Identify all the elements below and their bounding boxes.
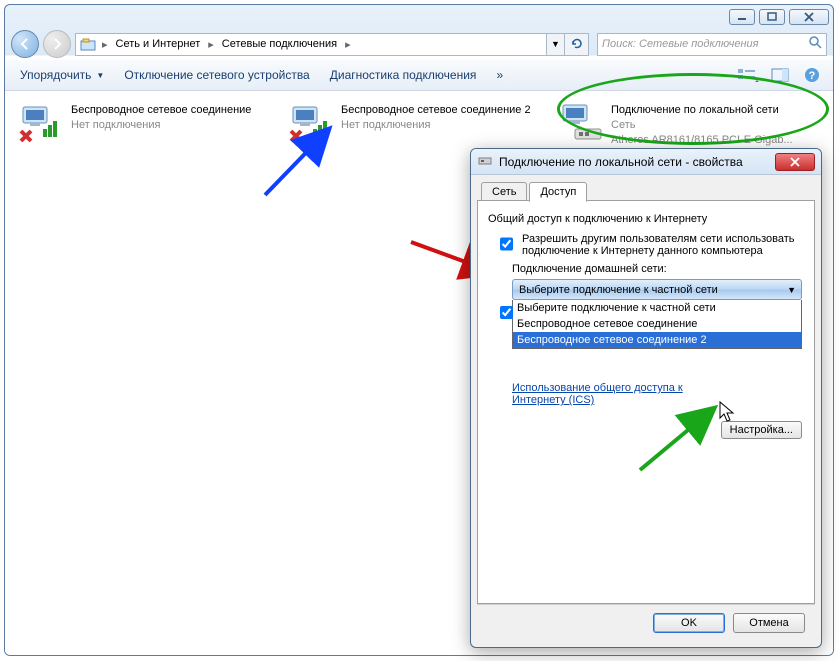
adapter-icon — [477, 152, 493, 171]
toolbar-overflow[interactable]: » — [489, 64, 510, 86]
connection-status: Нет подключения — [341, 118, 531, 133]
minimize-button[interactable] — [729, 9, 755, 25]
connection-status: Нет подключения — [71, 118, 251, 133]
tab-strip: Сеть Доступ — [477, 181, 815, 201]
annotation-arrow-green — [630, 400, 730, 480]
search-placeholder: Поиск: Сетевые подключения — [602, 38, 759, 50]
tab-network[interactable]: Сеть — [481, 182, 527, 202]
breadcrumb-seg-2[interactable]: Сетевые подключения — [220, 38, 339, 50]
dialog-close-button[interactable] — [775, 153, 815, 171]
dialog-title: Подключение по локальной сети - свойства — [499, 155, 769, 169]
search-box[interactable]: Поиск: Сетевые подключения — [597, 33, 827, 56]
home-network-combo[interactable]: Выберите подключение к частной сети — [512, 279, 802, 300]
wireless-disabled-icon — [17, 103, 65, 143]
connection-device: Atheros AR8161/8165 PCI-E Gigab... — [611, 133, 793, 148]
search-icon — [808, 35, 822, 54]
help-button[interactable]: ? — [799, 64, 825, 86]
address-dropdown[interactable]: ▼ — [547, 33, 565, 56]
titlebar — [5, 5, 833, 29]
settings-button[interactable]: Настройка... — [721, 421, 802, 439]
annotation-arrow-blue — [255, 123, 345, 203]
toolbar: Упорядочить▼ Отключение сетевого устройс… — [5, 59, 833, 91]
lan-icon — [557, 103, 605, 143]
refresh-button[interactable] — [565, 33, 589, 56]
allow-sharing-checkbox[interactable] — [500, 234, 513, 254]
chevron-right-icon[interactable]: ▸ — [206, 38, 216, 51]
allow-manage-checkbox[interactable] — [500, 306, 513, 319]
nav-row: ▸ Сеть и Интернет ▸ Сетевые подключения … — [5, 29, 833, 59]
home-network-label: Подключение домашней сети: — [512, 263, 804, 275]
preview-pane-button[interactable] — [767, 64, 793, 86]
maximize-button[interactable] — [759, 9, 785, 25]
breadcrumb-seg-1[interactable]: Сеть и Интернет — [114, 38, 203, 50]
combo-option[interactable]: Выберите подключение к частной сети — [513, 300, 801, 316]
ok-button[interactable]: OK — [653, 613, 725, 633]
chevron-right-icon[interactable]: ▸ — [343, 38, 353, 51]
dialog-titlebar: Подключение по локальной сети - свойства — [471, 149, 821, 175]
connection-status: Сеть — [611, 118, 793, 133]
connection-item[interactable]: Беспроводное сетевое соединение Нет подк… — [13, 99, 283, 152]
close-button[interactable] — [789, 9, 829, 25]
properties-dialog: Подключение по локальной сети - свойства… — [470, 148, 822, 648]
combo-option-highlighted[interactable]: Беспроводное сетевое соединение 2 — [513, 332, 801, 348]
tab-access[interactable]: Доступ — [529, 182, 587, 202]
combo-dropdown-list: Выберите подключение к частной сети Бесп… — [512, 300, 802, 349]
disable-device-button[interactable]: Отключение сетевого устройства — [117, 64, 316, 86]
svg-text:?: ? — [809, 70, 816, 82]
connection-name: Беспроводное сетевое соединение 2 — [341, 103, 531, 118]
dialog-button-row: OK Отмена — [477, 604, 815, 641]
network-folder-icon — [80, 36, 96, 52]
view-button[interactable] — [735, 64, 761, 86]
address-bar[interactable]: ▸ Сеть и Интернет ▸ Сетевые подключения … — [75, 33, 547, 56]
combo-option[interactable]: Беспроводное сетевое соединение — [513, 316, 801, 332]
back-button[interactable] — [11, 30, 39, 58]
connection-name: Подключение по локальной сети — [611, 103, 793, 118]
organize-button[interactable]: Упорядочить▼ — [13, 64, 111, 86]
diagnose-button[interactable]: Диагностика подключения — [323, 64, 484, 86]
chevron-right-icon[interactable]: ▸ — [100, 38, 110, 51]
group-title: Общий доступ к подключению к Интернету — [488, 213, 804, 225]
address-bar-wrap: ▸ Сеть и Интернет ▸ Сетевые подключения … — [75, 33, 589, 56]
connection-item-lan[interactable]: Подключение по локальной сети Сеть Ather… — [553, 99, 823, 152]
connection-name: Беспроводное сетевое соединение — [71, 103, 251, 118]
cancel-button[interactable]: Отмена — [733, 613, 805, 633]
forward-button[interactable] — [43, 30, 71, 58]
allow-sharing-label: Разрешить другим пользователям сети испо… — [522, 233, 804, 257]
